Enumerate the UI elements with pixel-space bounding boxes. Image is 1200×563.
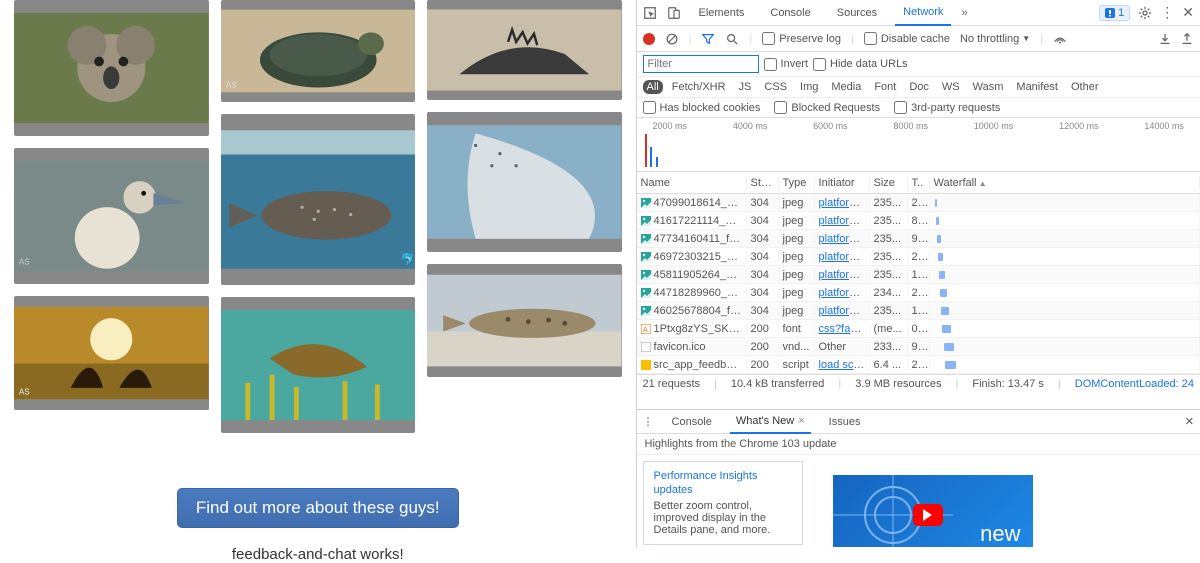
third-party-checkbox[interactable]: 3rd-party requests xyxy=(894,101,1000,114)
settings-gear-icon[interactable] xyxy=(1138,6,1152,20)
animal-gallery: AS AS AS 🐬 xyxy=(14,0,622,433)
type-wasm[interactable]: Wasm xyxy=(969,80,1008,94)
network-row[interactable]: 46972303215_793...304jpegplatform...235.… xyxy=(637,248,1200,266)
blocked-requests-checkbox[interactable]: Blocked Requests xyxy=(774,101,880,114)
close-drawer-icon[interactable]: ✕ xyxy=(1185,415,1194,428)
network-row[interactable]: favicon.ico200vnd...Other233...9... xyxy=(637,338,1200,356)
devtools-panel: Elements Console Sources Network » 1 ⋮ ✕… xyxy=(636,0,1200,547)
drawer-tab-issues[interactable]: Issues xyxy=(823,410,867,434)
network-row[interactable]: 45811905264_be3...304jpegplatform...235.… xyxy=(637,266,1200,284)
close-devtools-icon[interactable]: ✕ xyxy=(1182,4,1194,21)
devtools-drawer: ⋮ Console What's New × Issues ✕ Highligh… xyxy=(637,409,1200,547)
device-toggle-icon[interactable] xyxy=(667,6,681,20)
type-other[interactable]: Other xyxy=(1067,80,1103,94)
disable-cache-checkbox[interactable]: Disable cache xyxy=(864,32,950,45)
network-row[interactable]: 47734160411_f2b6...304jpegplatform...235… xyxy=(637,230,1200,248)
gallery-tile-whale-shark[interactable]: 🐬 xyxy=(221,114,416,285)
gallery-tile-seadragon[interactable] xyxy=(221,297,416,433)
tab-elements[interactable]: Elements xyxy=(691,0,753,26)
whatsnew-heading: Highlights from the Chrome 103 update xyxy=(637,434,1200,455)
gallery-tile-sealions[interactable]: AS xyxy=(14,296,209,410)
filter-input[interactable] xyxy=(643,55,759,73)
type-img[interactable]: Img xyxy=(796,80,822,94)
gallery-col: AS 🐬 xyxy=(221,0,416,433)
network-conditions-icon[interactable] xyxy=(1053,32,1067,46)
tab-network[interactable]: Network xyxy=(895,0,951,26)
network-timeline[interactable]: 2000 ms4000 ms6000 ms8000 ms10000 ms1200… xyxy=(637,118,1200,172)
play-icon[interactable] xyxy=(913,504,943,526)
whatsnew-promo[interactable]: new xyxy=(833,475,1033,547)
network-row[interactable]: A1Ptxg8zYS_SKggP...200fontcss?fam...(me.… xyxy=(637,320,1200,338)
svg-text:🐬: 🐬 xyxy=(400,252,414,266)
network-row[interactable]: src_app_feedback-...200scriptload scri..… xyxy=(637,356,1200,374)
search-icon[interactable] xyxy=(725,32,739,46)
hide-data-urls-checkbox[interactable]: Hide data URLs xyxy=(813,58,908,71)
import-har-icon[interactable] xyxy=(1158,32,1172,46)
invert-checkbox[interactable]: Invert xyxy=(764,58,809,71)
type-font[interactable]: Font xyxy=(870,80,900,94)
filter-icon[interactable] xyxy=(701,32,715,46)
devtools-tabbar: Elements Console Sources Network » 1 ⋮ ✕ xyxy=(637,0,1200,26)
type-doc[interactable]: Doc xyxy=(905,80,933,94)
gallery-tile-iguana[interactable] xyxy=(427,0,622,100)
network-summary: 21 requests | 10.4 kB transferred | 3.9 … xyxy=(637,374,1200,393)
record-icon[interactable] xyxy=(643,33,655,45)
tab-console[interactable]: Console xyxy=(762,0,818,26)
network-row[interactable]: 41617221114_4d5...304jpegplatform...235.… xyxy=(637,212,1200,230)
type-all[interactable]: All xyxy=(643,80,663,94)
type-manifest[interactable]: Manifest xyxy=(1012,80,1062,94)
gallery-tile-tortoise[interactable]: AS xyxy=(221,0,416,102)
export-har-icon[interactable] xyxy=(1180,32,1194,46)
timeline-plot xyxy=(645,134,1196,167)
blocked-cookies-checkbox[interactable]: Has blocked cookies xyxy=(643,101,761,114)
svg-text:AS: AS xyxy=(19,387,30,396)
network-table-header[interactable]: Name Stat.. Type Initiator Size T.. Wate… xyxy=(637,172,1200,194)
preserve-log-checkbox[interactable]: Preserve log xyxy=(762,32,841,45)
drawer-tab-whatsnew[interactable]: What's New × xyxy=(730,410,811,434)
svg-text:AS: AS xyxy=(19,258,30,267)
timeline-ticks: 2000 ms4000 ms6000 ms8000 ms10000 ms1200… xyxy=(637,121,1200,131)
feedback-chat-text: feedback-and-chat works! xyxy=(14,546,622,563)
gallery-tile-manta[interactable] xyxy=(427,112,622,252)
more-tabs-icon[interactable]: » xyxy=(961,7,967,19)
gallery-tile-leopard-shark[interactable] xyxy=(427,264,622,377)
filter-row: Invert Hide data URLs xyxy=(637,52,1200,77)
extra-filters-row: Has blocked cookies Blocked Requests 3rd… xyxy=(637,98,1200,118)
gallery-tile-koala[interactable] xyxy=(14,0,209,136)
drawer-tab-console[interactable]: Console xyxy=(666,410,718,434)
type-media[interactable]: Media xyxy=(827,80,865,94)
drawer-menu-icon[interactable]: ⋮ xyxy=(643,415,654,428)
throttling-select[interactable]: No throttling ▼ xyxy=(960,33,1030,45)
find-out-more-button[interactable]: Find out more about these guys! xyxy=(177,488,459,528)
svg-text:AS: AS xyxy=(225,80,236,89)
network-rows: 47099018614_5a6...304jpegplatform...235.… xyxy=(637,194,1200,374)
type-fetchxhr[interactable]: Fetch/XHR xyxy=(668,80,730,94)
whatsnew-card[interactable]: Performance Insights updates Better zoom… xyxy=(643,461,803,545)
network-row[interactable]: 46025678804_fb8c...304jpegplatform...235… xyxy=(637,302,1200,320)
inspect-icon[interactable] xyxy=(643,6,657,20)
tab-sources[interactable]: Sources xyxy=(829,0,885,26)
gallery-tile-booby[interactable]: AS xyxy=(14,148,209,284)
network-toolbar: | | Preserve log | Disable cache No thro… xyxy=(637,26,1200,52)
drawer-tabbar: ⋮ Console What's New × Issues ✕ xyxy=(637,410,1200,434)
gallery-col xyxy=(427,0,622,433)
type-js[interactable]: JS xyxy=(735,80,756,94)
page-content: AS AS AS 🐬 xyxy=(0,0,636,547)
issues-badge[interactable]: 1 xyxy=(1099,5,1130,21)
close-whatsnew-icon[interactable]: × xyxy=(798,415,804,427)
type-css[interactable]: CSS xyxy=(760,80,791,94)
network-table: Name Stat.. Type Initiator Size T.. Wate… xyxy=(637,172,1200,409)
kebab-menu-icon[interactable]: ⋮ xyxy=(1160,4,1174,21)
type-ws[interactable]: WS xyxy=(938,80,964,94)
svg-text:A: A xyxy=(643,327,648,334)
gallery-col: AS AS xyxy=(14,0,209,433)
type-filter-row: All Fetch/XHR JS CSS Img Media Font Doc … xyxy=(637,77,1200,98)
network-row[interactable]: 47099018614_5a6...304jpegplatform...235.… xyxy=(637,194,1200,212)
clear-icon[interactable] xyxy=(665,32,679,46)
network-row[interactable]: 44718289960_e83...304jpegplatform...234.… xyxy=(637,284,1200,302)
